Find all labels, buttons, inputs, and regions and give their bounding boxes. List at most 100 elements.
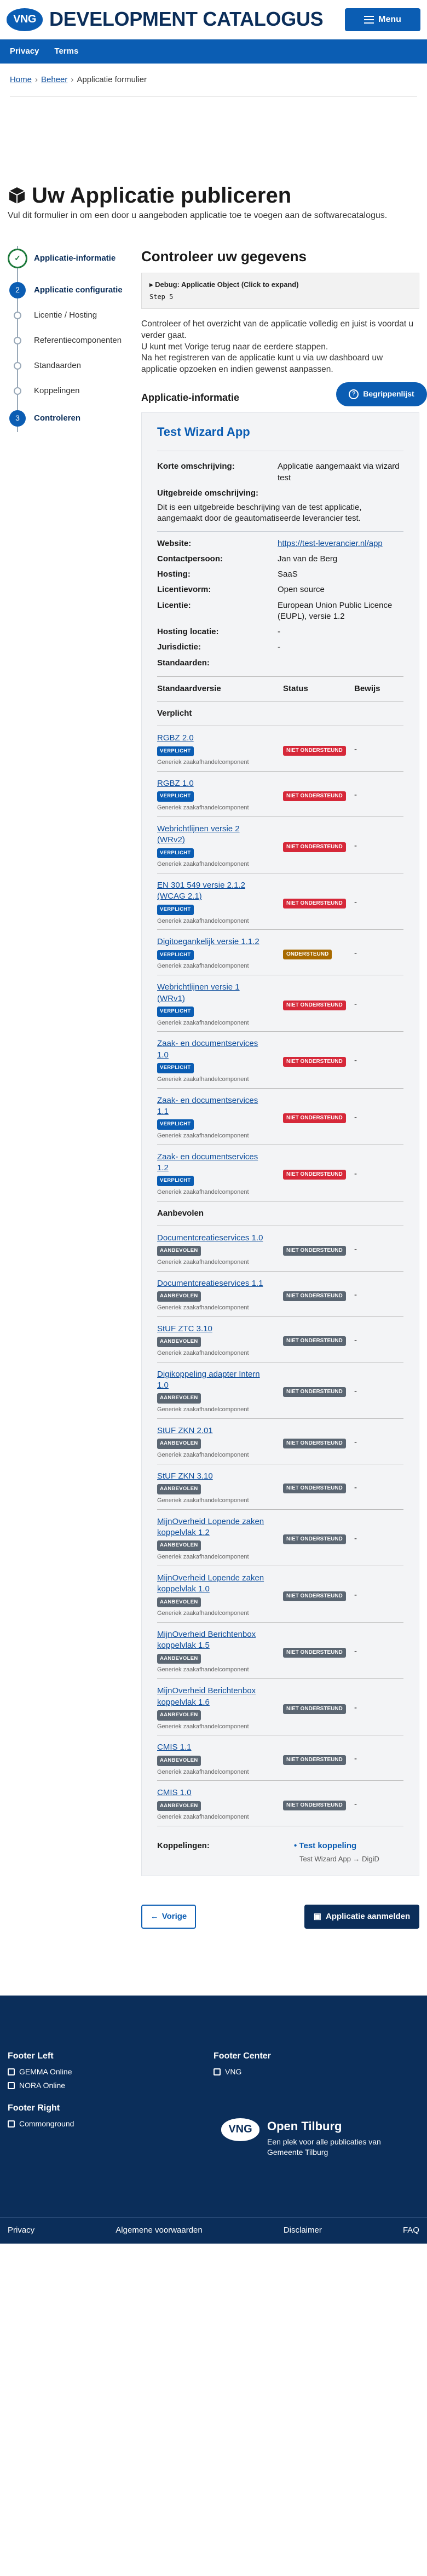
status-cell: NIET ONDERSTEUND bbox=[283, 771, 354, 818]
group-label: Aanbevolen bbox=[157, 1201, 403, 1227]
submit-application-button[interactable]: ▣ Applicatie aanmelden bbox=[304, 1905, 419, 1929]
intro-line: Na het registreren van de applicatie kun… bbox=[141, 353, 383, 375]
vng-logo[interactable]: VNG bbox=[7, 8, 43, 31]
column-header: Standaardversie bbox=[157, 676, 283, 702]
standard-cell: Zaak- en documentservices 1.1 VERPLICHT Ge… bbox=[157, 1088, 283, 1145]
standard-link[interactable]: Zaak- en documentservices 1.2 bbox=[157, 1152, 267, 1174]
breadcrumb-home[interactable]: Home bbox=[10, 75, 32, 84]
debug-panel[interactable]: ▸ Debug: Applicatie Object (Click to exp… bbox=[141, 272, 419, 309]
status-cell: NIET ONDERSTEUND bbox=[283, 1566, 354, 1623]
standard-link[interactable]: StUF ZKN 2.01 bbox=[157, 1425, 213, 1436]
standard-link[interactable]: CMIS 1.1 bbox=[157, 1742, 192, 1753]
step-referentiecomponenten[interactable]: Referentiecomponenten bbox=[8, 328, 134, 353]
field-value: Jan van de Berg bbox=[278, 554, 338, 564]
standard-link[interactable]: StUF ZTC 3.10 bbox=[157, 1324, 212, 1335]
status-cell: NIET ONDERSTEUND bbox=[283, 726, 354, 772]
debug-step: Step 5 bbox=[149, 293, 174, 301]
step-label: Koppelingen bbox=[34, 386, 80, 395]
footer-faq-link[interactable]: FAQ bbox=[403, 2225, 419, 2236]
status-cell: NIET ONDERSTEUND bbox=[283, 1145, 354, 1201]
question-icon: ? bbox=[349, 389, 359, 399]
step-licentie-hosting[interactable]: Licentie / Hosting bbox=[8, 303, 134, 328]
standard-cell: StUF ZKN 2.01 AANBEVOLEN Generiek zaakafha… bbox=[157, 1418, 283, 1464]
standard-link[interactable]: CMIS 1.0 bbox=[157, 1787, 192, 1798]
status-cell: NIET ONDERSTEUND bbox=[283, 1031, 354, 1089]
footer-disclaimer-link[interactable]: Disclaimer bbox=[284, 2225, 322, 2236]
footer-link-gemma[interactable]: GEMMA Online bbox=[8, 2067, 214, 2077]
standard-cell: MijnOverheid Lopende zaken koppelvlak 1.… bbox=[157, 1509, 283, 1567]
breadcrumb-separator: › bbox=[71, 75, 74, 84]
field-label: Uitgebreide omschrijving: bbox=[157, 488, 259, 498]
bewijs-cell: - bbox=[354, 1780, 403, 1827]
footer-link-nora[interactable]: NORA Online bbox=[8, 2080, 214, 2091]
standard-link[interactable]: Webrichtlijnen versie 2 (WRv2) bbox=[157, 824, 267, 846]
step-koppelingen[interactable]: Koppelingen bbox=[8, 378, 134, 404]
standard-link[interactable]: Zaak- en documentservices 1.1 bbox=[157, 1095, 267, 1118]
component-meta: Generiek zaakafhandelcomponent bbox=[157, 1189, 249, 1196]
standard-link[interactable]: StUF ZKN 3.10 bbox=[157, 1471, 213, 1482]
standard-link[interactable]: RGBZ 1.0 bbox=[157, 778, 194, 789]
status-badge: NIET ONDERSTEUND bbox=[283, 1438, 346, 1448]
footer-privacy-link[interactable]: Privacy bbox=[8, 2225, 34, 2236]
component-meta: Generiek zaakafhandelcomponent bbox=[157, 963, 249, 970]
table-row: RGBZ 2.0 VERPLICHT Generiek zaakafhandelco… bbox=[157, 726, 403, 772]
footer-link-commonground[interactable]: Commonground bbox=[8, 2119, 214, 2129]
footer-link-label: Commonground bbox=[19, 2119, 74, 2129]
standard-link[interactable]: MijnOverheid Berichtenbox koppelvlak 1.6 bbox=[157, 1686, 267, 1708]
site-footer: Footer Left GEMMA Online NORA Online Foo… bbox=[0, 1996, 427, 2218]
standard-link[interactable]: Documentcreatieservices 1.1 bbox=[157, 1278, 263, 1289]
requirement-badge: AANBEVOLEN bbox=[157, 1337, 201, 1348]
standard-cell: Documentcreatieservices 1.1 AANBEVOLEN Gen… bbox=[157, 1271, 283, 1317]
debug-summary[interactable]: ▸ Debug: Applicatie Object (Click to exp… bbox=[149, 280, 411, 290]
glossary-button[interactable]: ? Begrippenlijst bbox=[336, 382, 427, 406]
site-title: DEVELOPMENT CATALOGUS bbox=[49, 8, 324, 31]
bewijs-cell: - bbox=[354, 1316, 403, 1362]
standard-link[interactable]: MijnOverheid Berichtenbox koppelvlak 1.5 bbox=[157, 1629, 267, 1652]
status-badge: NIET ONDERSTEUND bbox=[283, 1336, 346, 1347]
menu-button[interactable]: Menu bbox=[345, 8, 420, 31]
component-meta: Generiek zaakafhandelcomponent bbox=[157, 1497, 249, 1504]
standard-link[interactable]: Zaak- en documentservices 1.0 bbox=[157, 1038, 267, 1061]
nav-privacy[interactable]: Privacy bbox=[10, 46, 39, 57]
previous-button[interactable]: ← Vorige bbox=[141, 1905, 196, 1929]
breadcrumb-beheer[interactable]: Beheer bbox=[41, 75, 67, 84]
table-row: MijnOverheid Lopende zaken koppelvlak 1.… bbox=[157, 1509, 403, 1567]
step-standaarden[interactable]: Standaarden bbox=[8, 353, 134, 378]
field-hosting: Hosting: SaaS bbox=[157, 569, 403, 580]
footer-terms-link[interactable]: Algemene voorwaarden bbox=[116, 2225, 202, 2236]
status-cell: NIET ONDERSTEUND bbox=[283, 817, 354, 874]
field-value: - bbox=[278, 642, 280, 652]
step-applicatie-configuratie[interactable]: 2 Applicatie configuratie bbox=[8, 278, 134, 303]
standard-link[interactable]: MijnOverheid Lopende zaken koppelvlak 1.… bbox=[157, 1573, 267, 1595]
step-controleren[interactable]: 3 Controleren bbox=[8, 406, 134, 431]
bewijs-cell: - bbox=[354, 1418, 403, 1464]
standard-link[interactable]: Webrichtlijnen versie 1 (WRv1) bbox=[157, 982, 267, 1004]
field-label: Korte omschrijving: bbox=[157, 462, 235, 472]
requirement-badge: VERPLICHT bbox=[157, 791, 194, 802]
bewijs-cell: - bbox=[354, 1088, 403, 1145]
component-meta: Generiek zaakafhandelcomponent bbox=[157, 1304, 249, 1312]
footer-link-vng[interactable]: VNG bbox=[214, 2067, 419, 2077]
submit-label: Applicatie aanmelden bbox=[325, 1911, 411, 1921]
table-row: StUF ZTC 3.10 AANBEVOLEN Generiek zaakafha… bbox=[157, 1316, 403, 1362]
standard-link[interactable]: Digitoegankelijk versie 1.1.2 bbox=[157, 936, 259, 947]
component-meta: Generiek zaakafhandelcomponent bbox=[157, 1610, 249, 1617]
bewijs-cell: - bbox=[354, 1566, 403, 1623]
field-label: Hosting locatie: bbox=[157, 627, 219, 637]
standard-link[interactable]: EN 301 549 versie 2.1.2 (WCAG 2.1) bbox=[157, 880, 267, 902]
intro-line: Controleer of het overzicht van de appli… bbox=[141, 319, 414, 340]
standard-link[interactable]: Digikoppeling adapter Intern 1.0 bbox=[157, 1369, 267, 1392]
step-applicatie-informatie[interactable]: ✓ Applicatie-informatie bbox=[8, 246, 134, 271]
nav-terms[interactable]: Terms bbox=[54, 46, 78, 57]
component-meta: Generiek zaakafhandelcomponent bbox=[157, 1452, 249, 1459]
standard-cell: Webrichtlijnen versie 2 (WRv2) VERPLICHT G… bbox=[157, 817, 283, 874]
page-subtitle: Vul dit formulier in om een door u aange… bbox=[8, 211, 388, 221]
status-cell: NIET ONDERSTEUND bbox=[283, 1226, 354, 1272]
standard-cell: Documentcreatieservices 1.0 AANBEVOLEN Gen… bbox=[157, 1226, 283, 1272]
website-link[interactable]: https://test-leverancier.nl/app bbox=[278, 538, 403, 549]
requirement-badge: AANBEVOLEN bbox=[157, 1540, 201, 1551]
standard-link[interactable]: MijnOverheid Lopende zaken koppelvlak 1.… bbox=[157, 1516, 267, 1539]
standard-link[interactable]: RGBZ 2.0 bbox=[157, 733, 194, 744]
bewijs-cell: - bbox=[354, 1145, 403, 1201]
standard-link[interactable]: Documentcreatieservices 1.0 bbox=[157, 1233, 263, 1244]
